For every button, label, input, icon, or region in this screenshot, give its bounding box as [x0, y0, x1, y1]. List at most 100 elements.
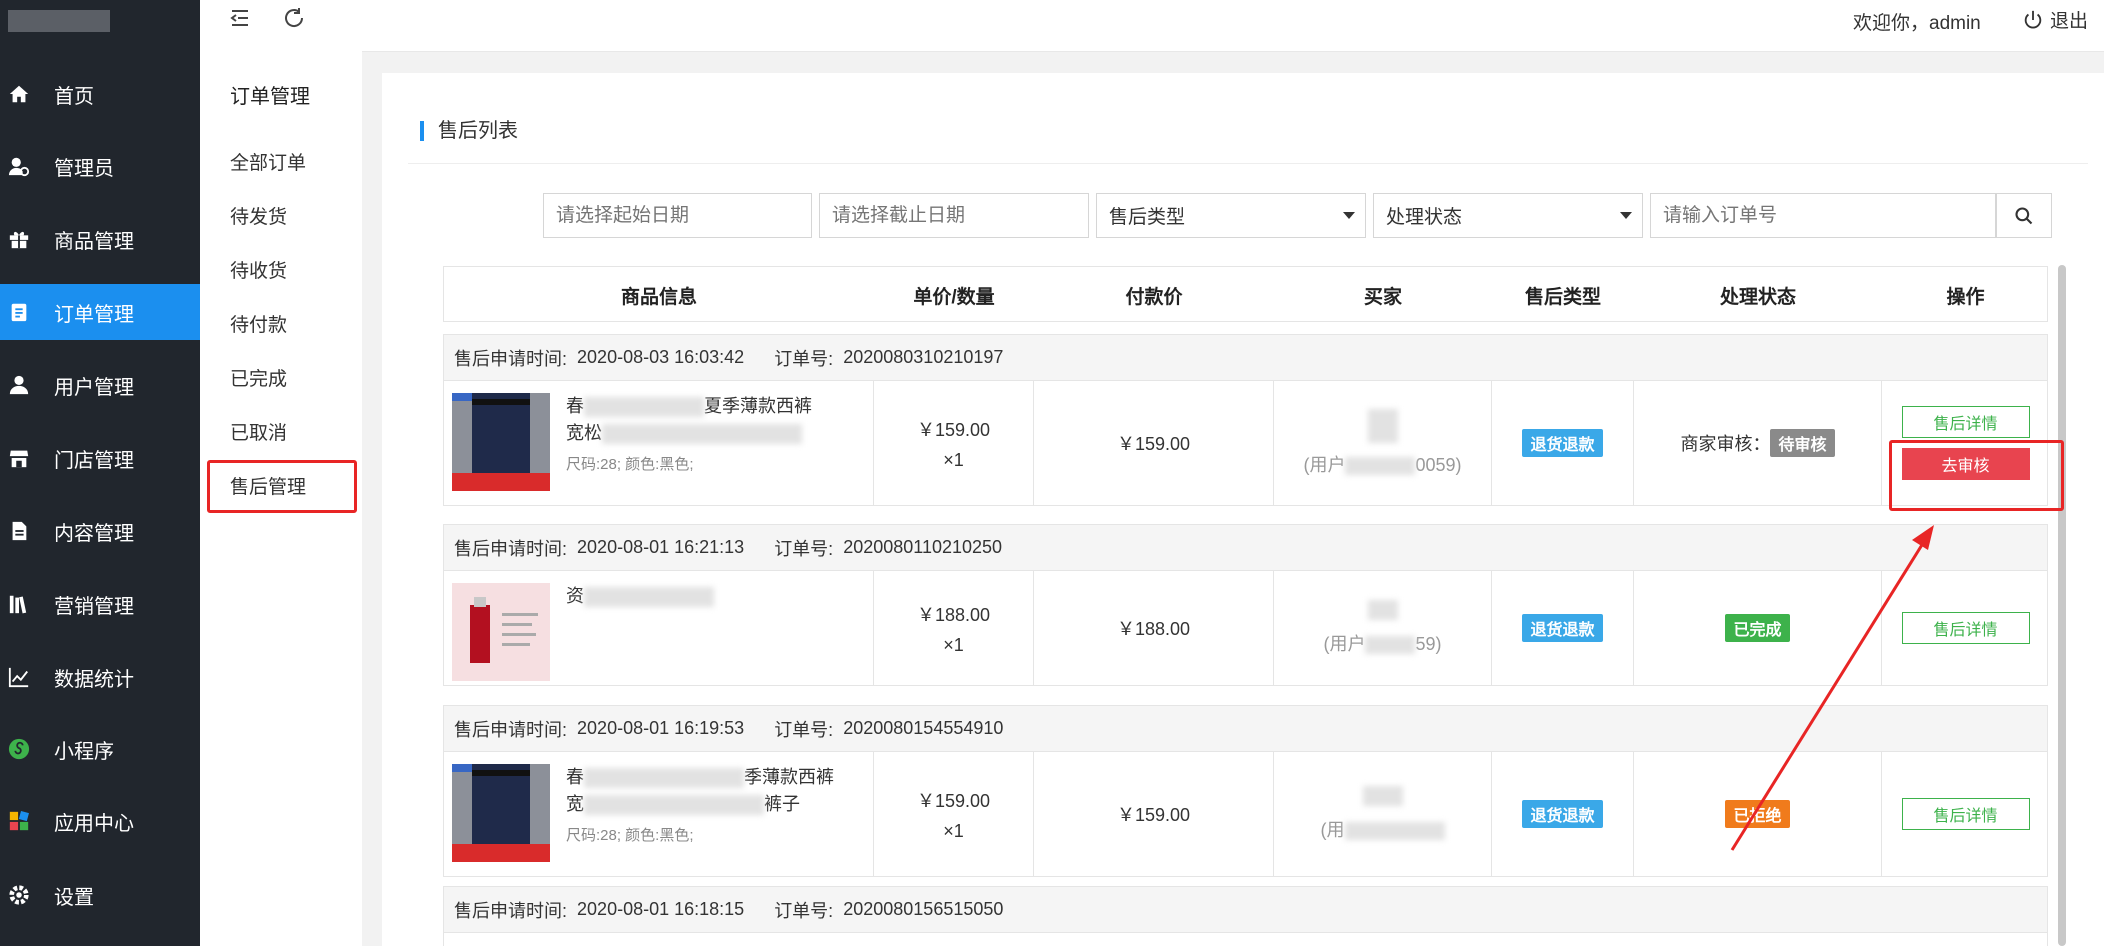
- buyer-prefix: (用: [1320, 820, 1345, 840]
- unit-price: ￥188.00: [916, 604, 991, 625]
- welcome-text: 欢迎你，admin: [1853, 13, 1981, 34]
- search-button[interactable]: [1996, 193, 2052, 238]
- column-header: 付款价: [1125, 286, 1183, 308]
- name-fragment: 季薄款西裤: [744, 767, 834, 787]
- sidebar-item-admin[interactable]: 管理员: [0, 138, 200, 194]
- order-no: 2020080310210197: [843, 347, 1004, 367]
- order-row-header: 售后申请时间: 2020-08-01 16:21:13 订单号: 2020080…: [444, 525, 2047, 571]
- column-header: 单价/数量: [913, 286, 995, 308]
- after-sales-detail-button[interactable]: 售后详情: [1901, 406, 2030, 438]
- logout-button[interactable]: 退出: [2022, 6, 2088, 33]
- sidebar-item-label: 内容管理: [54, 522, 134, 545]
- sidebar-item-label: 用户管理: [54, 376, 134, 399]
- paid-price: ￥188.00: [1116, 619, 1191, 639]
- process-status-select[interactable]: 处理状态: [1373, 193, 1643, 238]
- table-row: 售后申请时间: 2020-08-01 16:19:53 订单号: 2020080…: [443, 705, 2048, 877]
- apps-icon: [8, 810, 30, 832]
- product-name: 资: [566, 583, 856, 610]
- sidebar-item-label: 门店管理: [54, 449, 134, 472]
- sidebar-item-home[interactable]: 首页: [0, 66, 200, 122]
- paid-cell: ￥159.00: [1034, 381, 1274, 505]
- name-fragment: 春: [566, 396, 584, 416]
- product-name: 春 夏季薄款西裤 宽松: [566, 393, 856, 447]
- apply-time-label: 售后申请时间:: [454, 538, 568, 559]
- sidebar-item-users[interactable]: 用户管理: [0, 357, 200, 413]
- buyer-cell: (用户 59): [1274, 571, 1492, 685]
- search-icon: [2014, 206, 2034, 226]
- unit-price: ￥159.00: [916, 790, 991, 811]
- order-no-label: 订单号:: [774, 348, 834, 369]
- price-qty-cell: ￥188.00 ×1: [874, 571, 1034, 685]
- user-icon: [8, 374, 30, 396]
- submenu-item-to-ship[interactable]: 待发货: [230, 202, 287, 229]
- status-badge: 已拒绝: [1725, 800, 1790, 828]
- column-header: 商品信息: [620, 286, 697, 308]
- product-spec: 尺码:28; 颜色:黑色;: [566, 827, 694, 844]
- product-cell: 春 夏季薄款西裤 宽松 尺码:28; 颜色:黑色;: [444, 381, 874, 505]
- order-row-header: 售后申请时间: 2020-08-01 16:19:53 订单号: 2020080…: [444, 706, 2047, 752]
- apply-time: 2020-08-03 16:03:42: [577, 347, 745, 367]
- product-spec: 尺码:28; 颜色:黑色;: [566, 456, 694, 473]
- order-no-input[interactable]: [1650, 193, 1996, 238]
- sidebar-item-content[interactable]: 内容管理: [0, 503, 200, 559]
- sidebar-item-stats[interactable]: 数据统计: [0, 649, 200, 705]
- table-row: 售后申请时间: 2020-08-01 16:21:13 订单号: 2020080…: [443, 524, 2048, 686]
- sidebar-item-label: 设置: [54, 886, 94, 909]
- after-sales-detail-button[interactable]: 售后详情: [1901, 612, 2030, 644]
- table-row: 售后申请时间: 2020-08-01 16:18:15 订单号: 2020080…: [443, 886, 2048, 946]
- product-cell: 资: [444, 571, 874, 685]
- submenu-item-all-orders[interactable]: 全部订单: [230, 148, 306, 175]
- name-fragment: 春: [566, 767, 584, 787]
- sidebar-item-label: 应用中心: [54, 812, 134, 835]
- sidebar-item-stores[interactable]: 门店管理: [0, 430, 200, 486]
- buyer-cell: (用户 0059): [1274, 381, 1492, 505]
- caret-down-icon: [1343, 212, 1355, 219]
- sidebar-item-apps[interactable]: 应用中心: [0, 793, 200, 849]
- type-cell: 退货退款: [1492, 752, 1634, 876]
- product-thumbnail: [452, 393, 550, 491]
- start-date-input[interactable]: [543, 193, 812, 238]
- apply-time-label: 售后申请时间:: [454, 348, 568, 369]
- paid-price: ￥159.00: [1116, 805, 1191, 825]
- chart-icon: [8, 666, 30, 688]
- quantity: ×1: [943, 820, 964, 841]
- type-badge: 退货退款: [1522, 614, 1603, 642]
- submenu-item-to-pay[interactable]: 待付款: [230, 310, 287, 337]
- after-sales-type-select[interactable]: 售后类型: [1096, 193, 1366, 238]
- sidebar-item-settings[interactable]: 设置: [0, 867, 200, 923]
- caret-down-icon: [1620, 212, 1632, 219]
- apply-time-label: 售后申请时间:: [454, 719, 568, 740]
- logout-label: 退出: [2050, 11, 2089, 32]
- buyer-suffix: 59): [1415, 634, 1442, 654]
- apply-time: 2020-08-01 16:19:53: [577, 718, 745, 738]
- table-row: 售后申请时间: 2020-08-03 16:03:42 订单号: 2020080…: [443, 334, 2048, 506]
- quantity: ×1: [943, 634, 964, 655]
- sidebar-item-orders[interactable]: 订单管理: [0, 284, 200, 340]
- submenu-item-to-receive[interactable]: 待收货: [230, 256, 287, 283]
- sidebar-item-goods[interactable]: 商品管理: [0, 211, 200, 267]
- order-no-label: 订单号:: [774, 900, 834, 921]
- sidebar-item-marketing[interactable]: 营销管理: [0, 576, 200, 632]
- sidebar-item-miniprogram[interactable]: 小程序: [0, 721, 200, 777]
- product-cell: 春 季薄款西裤 宽 裤子 尺码:28; 颜色:黑色;: [444, 752, 874, 876]
- end-date-input[interactable]: [819, 193, 1089, 238]
- gift-icon: [8, 228, 30, 250]
- refresh-icon[interactable]: [282, 6, 306, 30]
- sidebar-item-label: 管理员: [54, 157, 114, 180]
- status-cell: 已拒绝: [1634, 752, 1882, 876]
- price-qty-cell: ￥159.00 ×1: [874, 752, 1034, 876]
- main-card: 售后列表 售后类型 处理状态 商品信息 单价/数量 付款价 买家 售后类型 处理…: [382, 73, 2104, 946]
- books-icon: [8, 593, 30, 615]
- scrollbar[interactable]: [2058, 265, 2066, 946]
- sidebar-item-label: 首页: [54, 85, 94, 108]
- submenu-item-completed[interactable]: 已完成: [230, 364, 287, 391]
- order-row-header: 售后申请时间: 2020-08-03 16:03:42 订单号: 2020080…: [444, 335, 2047, 381]
- paid-cell: ￥188.00: [1034, 571, 1274, 685]
- collapse-menu-icon[interactable]: [228, 6, 252, 30]
- type-cell: 退货退款: [1492, 381, 1634, 505]
- document-icon: [8, 520, 30, 542]
- submenu-item-cancelled[interactable]: 已取消: [230, 418, 287, 445]
- after-sales-detail-button[interactable]: 售后详情: [1901, 798, 2030, 830]
- status-badge: 待审核: [1770, 429, 1835, 457]
- order-no: 2020080154554910: [843, 718, 1004, 738]
